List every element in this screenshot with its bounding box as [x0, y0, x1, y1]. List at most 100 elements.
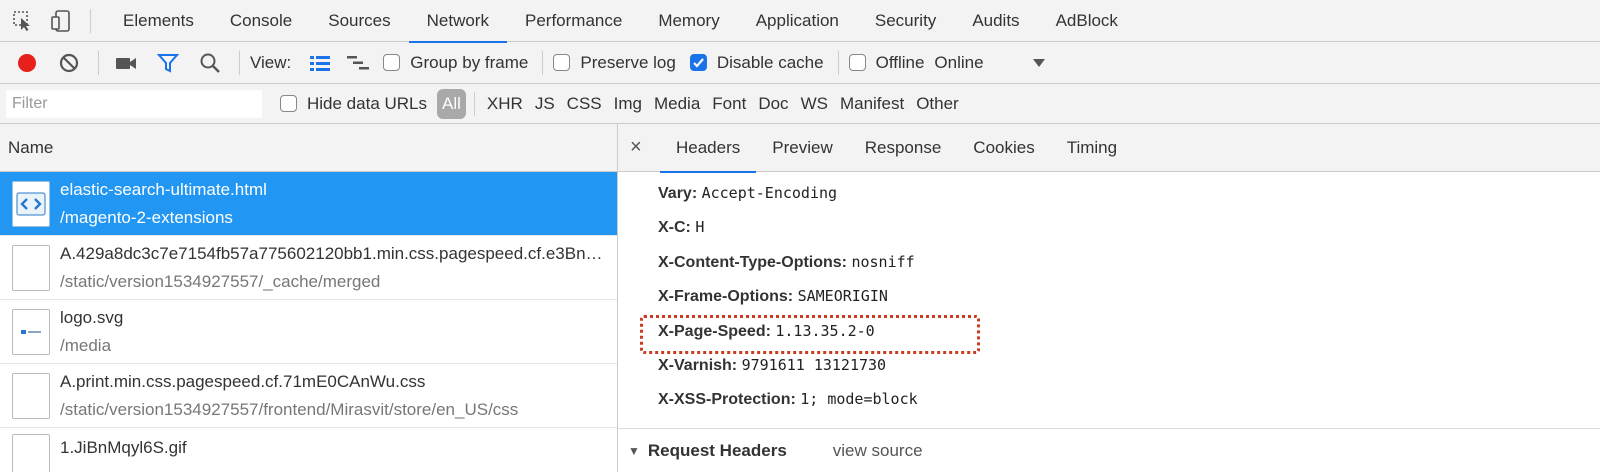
tab-sources[interactable]: Sources: [310, 0, 408, 42]
tab-security[interactable]: Security: [857, 0, 954, 42]
header-key: X-Varnish:: [658, 356, 738, 374]
device-mode-icon: [51, 9, 70, 32]
request-name: A.429a8dc3c7e7154fb57a775602120bb1.min.c…: [60, 243, 605, 263]
header-row: X-Frame-Options: SAMEORIGIN: [658, 279, 1600, 313]
disable-cache-checkbox[interactable]: [689, 54, 707, 71]
search-icon: [200, 53, 220, 73]
record-icon: [18, 53, 36, 72]
tab-elements[interactable]: Elements: [105, 0, 212, 42]
hide-data-urls-checkbox[interactable]: [280, 95, 297, 112]
request-row[interactable]: CSS A.print.min.css.pagespeed.cf.71mE0CA…: [0, 364, 617, 428]
type-filter-js[interactable]: JS: [529, 89, 561, 119]
divider: [90, 8, 91, 33]
type-filter-manifest[interactable]: Manifest: [834, 89, 910, 119]
search-button[interactable]: [193, 42, 227, 84]
tab-timing[interactable]: Timing: [1051, 124, 1133, 172]
group-by-frame-label: Group by frame: [410, 52, 529, 72]
collapse-triangle-icon[interactable]: ▼: [628, 444, 640, 458]
tab-memory[interactable]: Memory: [640, 0, 737, 42]
request-row[interactable]: CSS A.429a8dc3c7e7154fb57a775602120bb1.m…: [0, 236, 617, 300]
header-row: Vary: Accept-Encoding: [658, 176, 1600, 210]
device-toolbar-button[interactable]: [46, 0, 76, 42]
type-filter-other[interactable]: Other: [910, 89, 965, 119]
request-name: elastic-search-ultimate.html: [60, 179, 267, 199]
header-value: 1; mode=block: [800, 390, 918, 409]
list-view-icon: [310, 55, 331, 71]
offline-option[interactable]: Offline: [848, 52, 925, 73]
tab-cookies[interactable]: Cookies: [957, 124, 1050, 172]
group-by-frame-checkbox[interactable]: [383, 54, 401, 71]
clear-button[interactable]: [52, 42, 86, 84]
tab-audits[interactable]: Audits: [954, 0, 1037, 42]
request-row[interactable]: logo.svg /media: [0, 300, 617, 364]
header-value: Accept-Encoding: [701, 184, 838, 202]
filter-toggle-button[interactable]: [151, 42, 185, 84]
css-file-icon: CSS: [12, 244, 50, 291]
close-icon[interactable]: ×: [630, 136, 660, 159]
type-filter-media[interactable]: Media: [648, 89, 706, 119]
gif-image-icon: [12, 434, 50, 472]
type-filter-doc[interactable]: Doc: [752, 89, 794, 119]
offline-label: Offline: [875, 52, 925, 72]
tab-performance[interactable]: Performance: [507, 0, 640, 42]
group-by-frame-option[interactable]: Group by frame: [383, 53, 528, 73]
divider: [239, 50, 240, 75]
throttle-select[interactable]: Online: [934, 53, 1045, 73]
request-name: logo.svg: [60, 307, 124, 327]
type-filter-img[interactable]: Img: [608, 89, 648, 119]
disable-cache-option[interactable]: Disable cache: [689, 52, 824, 73]
type-filter-all[interactable]: All: [437, 88, 466, 119]
clear-icon: [59, 53, 79, 72]
request-row[interactable]: 1.JiBnMqyl6S.gif: [0, 428, 617, 472]
tab-console[interactable]: Console: [212, 0, 310, 42]
filter-input[interactable]: [6, 89, 262, 118]
cursor-select-icon: [13, 10, 30, 31]
request-list: Name elastic-search-ultimate.html /magen…: [0, 124, 618, 472]
request-detail-pane: × Headers Preview Response Cookies Timin…: [618, 124, 1600, 472]
header-key: Vary:: [658, 185, 698, 202]
tab-response[interactable]: Response: [849, 124, 958, 172]
inspect-element-button[interactable]: [8, 0, 38, 42]
offline-checkbox[interactable]: [848, 54, 866, 71]
disable-cache-label: Disable cache: [716, 52, 824, 72]
view-source-link[interactable]: view source: [833, 441, 923, 461]
large-rows-button[interactable]: [303, 42, 337, 84]
dropdown-arrow-icon: [1032, 58, 1045, 67]
divider: [542, 50, 544, 75]
response-headers-list: Vary: Accept-Encoding X-C: H X-Content-T…: [618, 172, 1600, 417]
network-main: Name elastic-search-ultimate.html /magen…: [0, 124, 1600, 472]
header-key: X-C:: [658, 219, 691, 237]
name-column-header[interactable]: Name: [0, 124, 617, 172]
filter-funnel-icon: [157, 53, 179, 73]
overview-button[interactable]: [341, 42, 375, 84]
preserve-log-option[interactable]: Preserve log: [553, 52, 676, 73]
type-filter-font[interactable]: Font: [706, 89, 752, 119]
preserve-log-label: Preserve log: [580, 52, 676, 72]
section-title: Request Headers: [647, 440, 787, 460]
screenshot-button[interactable]: [109, 42, 143, 84]
tab-network[interactable]: Network: [408, 0, 508, 43]
svg-image-icon: [12, 308, 50, 355]
request-path: /static/version1534927557/_cache/merged: [60, 271, 381, 291]
tab-preview[interactable]: Preview: [756, 124, 848, 172]
filter-bar: Hide data URLs All XHR JS CSS Img Media …: [0, 84, 1600, 124]
type-filter-ws[interactable]: WS: [795, 89, 834, 119]
throttle-value: Online: [934, 52, 984, 72]
network-toolbar: View: Group by frame Preserve log Disabl…: [0, 42, 1600, 84]
request-row[interactable]: elastic-search-ultimate.html /magento-2-…: [0, 172, 617, 236]
record-button[interactable]: [10, 42, 44, 84]
highlighted-header-row: X-Page-Speed: 1.13.35.2-0: [640, 314, 1600, 355]
type-filter-css[interactable]: CSS: [561, 89, 608, 119]
header-value: SAMEORIGIN: [797, 287, 888, 306]
preserve-log-checkbox[interactable]: [553, 54, 571, 71]
request-name: 1.JiBnMqyl6S.gif: [60, 438, 187, 457]
tab-adblock[interactable]: AdBlock: [1038, 0, 1136, 42]
video-camera-icon: [116, 57, 136, 69]
checkmark-icon: [693, 58, 704, 68]
type-filter-xhr[interactable]: XHR: [481, 89, 529, 119]
tab-headers[interactable]: Headers: [660, 124, 757, 173]
hide-data-urls-option[interactable]: Hide data URLs: [280, 94, 427, 114]
header-key: X-Frame-Options:: [658, 288, 794, 306]
tab-application[interactable]: Application: [738, 0, 857, 42]
request-headers-section[interactable]: ▼ Request Headers view source: [618, 428, 1600, 472]
